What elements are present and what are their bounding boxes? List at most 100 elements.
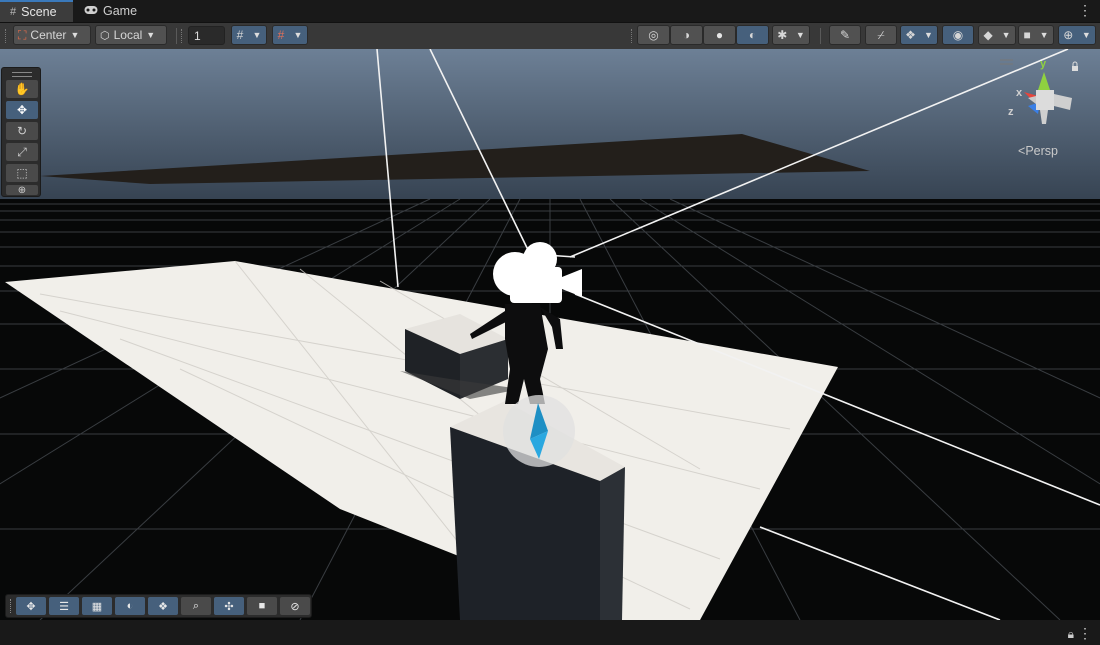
bug-icon: ✱ xyxy=(777,28,788,42)
search-overlay-button[interactable]: ⌕ xyxy=(181,597,211,615)
gizmo-sphere-icon: ⊕ xyxy=(1063,28,1074,42)
tab-bar: # Scene Game ⋮ xyxy=(0,0,1100,23)
tab-menu-icon[interactable]: ⋮ xyxy=(1078,2,1092,19)
directional-light-gizmo[interactable] xyxy=(503,395,575,467)
chevron-down-icon: ▼ xyxy=(924,30,933,40)
gizmo-z-label: z xyxy=(1008,106,1014,118)
move-overlay-button[interactable]: ✥ xyxy=(16,597,46,615)
toolbar-grip[interactable] xyxy=(181,29,184,43)
hand-icon: ✋ xyxy=(14,82,30,96)
transform-icon: ⊕ xyxy=(17,184,27,196)
effects-toggle-button[interactable]: ❖ ▼ xyxy=(900,25,938,45)
scale-tool-button[interactable]: ⤢ xyxy=(6,143,38,161)
lock-icon[interactable]: 🔒︎ xyxy=(1068,627,1074,642)
orientation-gizmo[interactable]: y x z xyxy=(995,54,1090,144)
toolbar-grip[interactable] xyxy=(631,29,634,43)
projection-label: Persp xyxy=(1025,144,1058,158)
status-menu-icon[interactable]: ⋮ xyxy=(1078,625,1092,642)
move-tool-button[interactable]: ✥ xyxy=(6,101,38,119)
grid-overlay-button[interactable]: ▦ xyxy=(82,597,112,615)
chevron-down-icon: ▼ xyxy=(795,30,805,40)
hand-tool-button[interactable]: ✋ xyxy=(6,80,38,98)
camera-overlay-button[interactable]: ■ xyxy=(247,597,277,615)
grid-snap-input[interactable] xyxy=(188,26,225,45)
scene-camera-dropdown[interactable]: ■ ▼ xyxy=(1018,25,1054,45)
align-overlay-button[interactable]: ☰ xyxy=(49,597,79,615)
grid-icon: # xyxy=(10,6,17,18)
snap-increment-icon: # xyxy=(277,28,285,42)
moon-icon: ◐ xyxy=(126,600,134,612)
move-arrows-icon: ✥ xyxy=(16,103,28,117)
shaded-mode-button[interactable]: ● xyxy=(703,25,736,45)
toolbar-separator xyxy=(820,28,821,44)
gizmo-x-label: x xyxy=(1016,87,1023,99)
orientation-overlay-button[interactable]: ⊘ xyxy=(280,597,310,615)
navmesh-overlay-button[interactable]: ❖ xyxy=(148,597,178,615)
align-icon: ☰ xyxy=(59,600,69,613)
gizmos-dropdown[interactable]: ⊕ ▼ xyxy=(1058,25,1096,45)
incremental-snap-button[interactable]: # ▼ xyxy=(272,25,308,45)
layers-icon: ◆ xyxy=(983,28,993,42)
pivot-overlay-button[interactable]: ✣ xyxy=(214,597,244,615)
shaded-wireframe-button[interactable]: ◑ xyxy=(670,25,703,45)
tab-scene-label: Scene xyxy=(21,5,57,19)
camera-icon: ■ xyxy=(258,600,266,612)
navmesh-icon: ❖ xyxy=(158,600,168,613)
chevron-down-icon: ▼ xyxy=(293,30,303,40)
2d-toggle-button[interactable]: ✎ xyxy=(829,25,861,45)
cube-icon: ⬡ xyxy=(100,29,110,42)
camera-icon: ■ xyxy=(1023,28,1031,42)
pivot-icon: ✣ xyxy=(224,600,234,613)
rotate-icon: ↻ xyxy=(16,124,28,138)
scene-toolbar: ⛶ Center ▼ ⬡ Local ▼ #▼ #▼ ◎ ◑ ● ◐ ✱▼ ✎ … xyxy=(0,23,1100,50)
debug-draw-mode-button[interactable]: ✱ ▼ xyxy=(772,25,810,45)
shaded-sphere-icon: ● xyxy=(715,28,724,42)
pivot-rotation-label: Local xyxy=(113,28,143,42)
gamepad-icon xyxy=(84,5,98,18)
chevron-down-icon: ▼ xyxy=(252,30,262,40)
status-bar: 🔒︎ ⋮ xyxy=(0,620,1100,645)
chevron-down-icon: ▼ xyxy=(1039,30,1049,40)
wireframe-mode-button[interactable]: ◎ xyxy=(637,25,670,45)
layers-dropdown[interactable]: ◆ ▼ xyxy=(978,25,1016,45)
chevron-down-icon: ▼ xyxy=(70,30,80,40)
shaded-wireframe-icon: ◑ xyxy=(682,28,691,42)
audio-toggle-button[interactable]: ⌿ xyxy=(865,25,897,45)
chevron-down-icon: ▼ xyxy=(1001,30,1011,40)
wireframe-sphere-icon: ◎ xyxy=(648,28,659,42)
scene-viewport[interactable]: y x z <Persp xyxy=(0,49,1100,620)
tab-scene[interactable]: # Scene xyxy=(0,0,73,22)
chevron-down-icon: ▼ xyxy=(1081,30,1091,40)
pivot-rotation-dropdown[interactable]: ⬡ Local ▼ xyxy=(95,25,167,45)
overlays-toolbar: ✥ ☰ ▦ ◐ ❖ ⌕ ✣ ■ ⊘ xyxy=(5,594,312,618)
scene-visibility-button[interactable]: ◉ xyxy=(942,25,974,45)
tab-game[interactable]: Game xyxy=(74,0,144,22)
lighting-off-icon: ✎ xyxy=(839,28,851,42)
grid-snapping-button[interactable]: # ▼ xyxy=(231,25,267,45)
rect-icon: ⬚ xyxy=(16,166,28,180)
rect-tool-button[interactable]: ⬚ xyxy=(6,164,38,182)
search-icon: ⌕ xyxy=(192,599,200,612)
tab-game-label: Game xyxy=(103,4,138,18)
lighting-overlay-button[interactable]: ◐ xyxy=(115,597,145,615)
gizmo-y-label: y xyxy=(1040,58,1047,70)
scene-render[interactable] xyxy=(0,49,1100,620)
toolbar-grip[interactable] xyxy=(10,599,11,613)
compass-icon: ⊘ xyxy=(290,600,300,613)
pivot-mode-dropdown[interactable]: ⛶ Center ▼ xyxy=(13,25,91,45)
projection-toggle[interactable]: <Persp xyxy=(1018,144,1058,158)
effects-layers-icon: ❖ xyxy=(905,28,916,42)
tools-overlay: ✋ ✥ ↻ ⤢ ⬚ ⊕ xyxy=(1,67,41,197)
grid-icon: ▦ xyxy=(91,600,103,613)
toolbar-separator xyxy=(176,28,177,44)
pivot-mode-label: Center xyxy=(30,28,67,42)
pivot-center-icon: ⛶ xyxy=(18,27,27,42)
eye-icon: ◉ xyxy=(952,28,964,42)
unlit-mode-button[interactable]: ◐ xyxy=(736,25,769,45)
grid-snap-icon: # xyxy=(236,28,244,42)
panel-grip[interactable] xyxy=(12,72,32,77)
scale-icon: ⤢ xyxy=(17,144,27,159)
toolbar-grip[interactable] xyxy=(5,29,8,43)
transform-tool-button[interactable]: ⊕ xyxy=(6,184,38,196)
rotate-tool-button[interactable]: ↻ xyxy=(6,122,38,140)
